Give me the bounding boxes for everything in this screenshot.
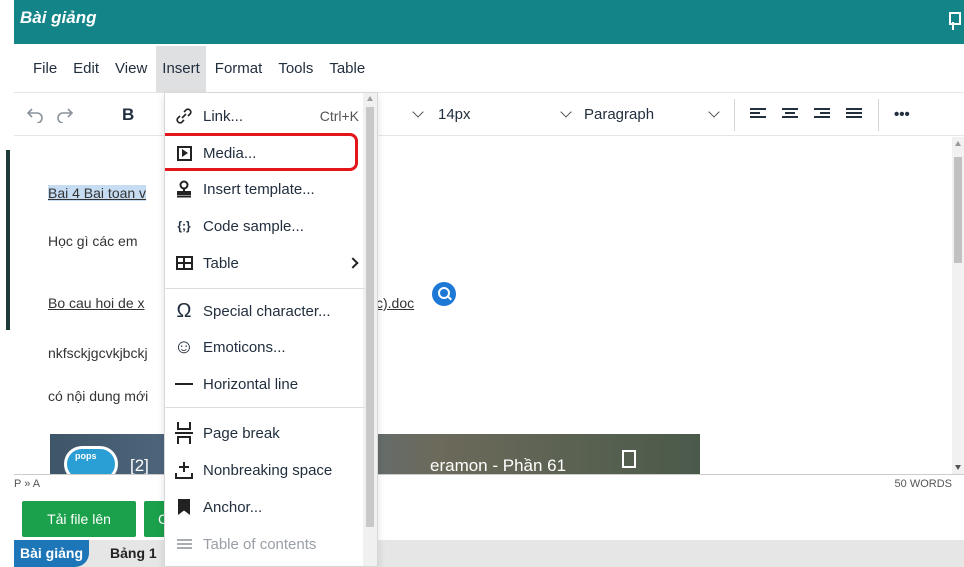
title-bar: Bài giảng bbox=[14, 0, 964, 44]
menu-item-table[interactable]: Table bbox=[165, 245, 363, 281]
toolbar-divider bbox=[878, 99, 879, 131]
block-format-select[interactable]: Paragraph bbox=[560, 93, 655, 137]
menu-bar: File Edit View Insert Format Tools Table bbox=[14, 46, 964, 92]
menu-edit[interactable]: Edit bbox=[72, 46, 100, 92]
search-icon[interactable] bbox=[432, 282, 456, 306]
template-icon bbox=[165, 180, 203, 198]
scroll-up-icon[interactable] bbox=[955, 141, 961, 146]
edge-marker bbox=[6, 150, 10, 330]
font-size-select[interactable]: 14px bbox=[412, 93, 471, 137]
content-line-link[interactable]: Bai 4 Bai toan v bbox=[48, 185, 147, 201]
tab-bang-1[interactable]: Bảng 1 bbox=[104, 540, 163, 567]
toolbar: B 14px Paragraph ••• bbox=[14, 92, 964, 136]
window-title: Bài giảng bbox=[20, 8, 97, 27]
block-format-chevron[interactable] bbox=[708, 93, 724, 137]
page-break-icon bbox=[165, 422, 203, 444]
align-justify-icon[interactable] bbox=[846, 108, 862, 122]
menu-item-emoticons[interactable]: ☺ Emoticons... bbox=[165, 329, 363, 365]
shortcut-label: Ctrl+K bbox=[319, 108, 359, 124]
tab-bai-giang[interactable]: Bài giảng bbox=[14, 540, 90, 567]
chevron-down-icon bbox=[412, 106, 424, 118]
video-title-start: [2] bbox=[130, 456, 149, 474]
menu-item-special-character[interactable]: Ω Special character... bbox=[165, 293, 363, 329]
menu-divider bbox=[165, 407, 365, 408]
menu-item-anchor[interactable]: Anchor... bbox=[165, 489, 363, 525]
menu-divider bbox=[165, 288, 365, 289]
sheet-tabs: Bài giảng Bảng 1 bbox=[14, 540, 964, 567]
chevron-right-icon bbox=[347, 257, 359, 269]
editor-window: Bài giảng File Edit View Insert Format T… bbox=[0, 0, 964, 567]
block-format-value: Paragraph bbox=[584, 106, 655, 123]
menu-item-horizontal-line[interactable]: Horizontal line bbox=[165, 366, 363, 402]
editor-content[interactable]: Bai 4 Bai toan v Học gì các em Bo cau ho… bbox=[14, 137, 952, 474]
scrollbar-thumb[interactable] bbox=[954, 157, 962, 263]
toc-icon bbox=[165, 537, 203, 551]
menu-item-link[interactable]: Link... Ctrl+K bbox=[165, 98, 363, 134]
align-center-icon[interactable] bbox=[782, 108, 798, 122]
menu-item-insert-template[interactable]: Insert template... bbox=[165, 171, 363, 207]
omega-icon: Ω bbox=[176, 299, 192, 322]
insert-menu: Link... Ctrl+K Media... Insert template.… bbox=[164, 92, 378, 567]
menu-file[interactable]: File bbox=[32, 46, 58, 92]
channel-logo: pops bbox=[64, 446, 118, 474]
content-scrollbar[interactable] bbox=[952, 137, 964, 474]
nonbreaking-space-icon bbox=[165, 460, 203, 480]
video-title-end: eramon - Phần 61 bbox=[430, 456, 567, 474]
menu-table[interactable]: Table bbox=[328, 46, 366, 92]
pin-icon[interactable] bbox=[948, 12, 961, 30]
word-count: 50 WORDS bbox=[894, 478, 952, 490]
menu-format[interactable]: Format bbox=[214, 46, 264, 92]
toolbar-divider bbox=[734, 99, 735, 131]
menu-item-nonbreaking-space[interactable]: Nonbreaking space bbox=[165, 452, 363, 488]
align-right-icon[interactable] bbox=[814, 108, 830, 122]
highlight-annotation bbox=[165, 133, 358, 171]
content-line: có nội dung mới bbox=[48, 388, 149, 404]
menu-scrollbar[interactable] bbox=[363, 93, 377, 566]
scroll-down-icon[interactable] bbox=[955, 465, 961, 470]
link-icon bbox=[165, 106, 203, 126]
content-file-link-end[interactable]: c).doc bbox=[376, 295, 414, 311]
menu-item-table-of-contents: Table of contents bbox=[165, 526, 363, 562]
copy-icon[interactable] bbox=[622, 450, 636, 468]
menu-view[interactable]: View bbox=[114, 46, 148, 92]
code-sample-icon: {;} bbox=[177, 219, 191, 233]
menu-item-code-sample[interactable]: {;} Code sample... bbox=[165, 208, 363, 244]
bold-button[interactable]: B bbox=[122, 93, 134, 137]
scrollbar-thumb[interactable] bbox=[366, 107, 374, 527]
menu-item-page-break[interactable]: Page break bbox=[165, 415, 363, 451]
scroll-up-icon[interactable] bbox=[367, 96, 373, 101]
content-line: Học gì các em bbox=[48, 233, 138, 249]
chevron-down-icon bbox=[708, 106, 720, 118]
more-button[interactable]: ••• bbox=[894, 93, 910, 137]
bookmark-icon bbox=[165, 499, 203, 515]
status-bar: P » A 50 WORDS bbox=[14, 474, 964, 494]
content-line: nkfsckjgcvkjbckj bbox=[48, 345, 148, 361]
menu-tools[interactable]: Tools bbox=[277, 46, 314, 92]
table-icon bbox=[165, 256, 203, 270]
horizontal-line-icon bbox=[165, 383, 203, 385]
align-left-icon[interactable] bbox=[750, 108, 766, 122]
chevron-down-icon bbox=[560, 106, 572, 118]
bottom-actions: Tải file lên C bbox=[14, 494, 964, 540]
emoticon-icon: ☺ bbox=[173, 335, 195, 358]
upload-file-button[interactable]: Tải file lên bbox=[22, 501, 136, 537]
left-edge bbox=[0, 0, 14, 567]
menu-insert[interactable]: Insert bbox=[156, 46, 206, 92]
content-file-link[interactable]: Bo cau hoi de x bbox=[48, 295, 145, 311]
redo-icon[interactable] bbox=[56, 93, 74, 137]
undo-icon[interactable] bbox=[26, 93, 44, 137]
font-size-value: 14px bbox=[438, 106, 471, 123]
element-path[interactable]: P » A bbox=[14, 478, 40, 490]
